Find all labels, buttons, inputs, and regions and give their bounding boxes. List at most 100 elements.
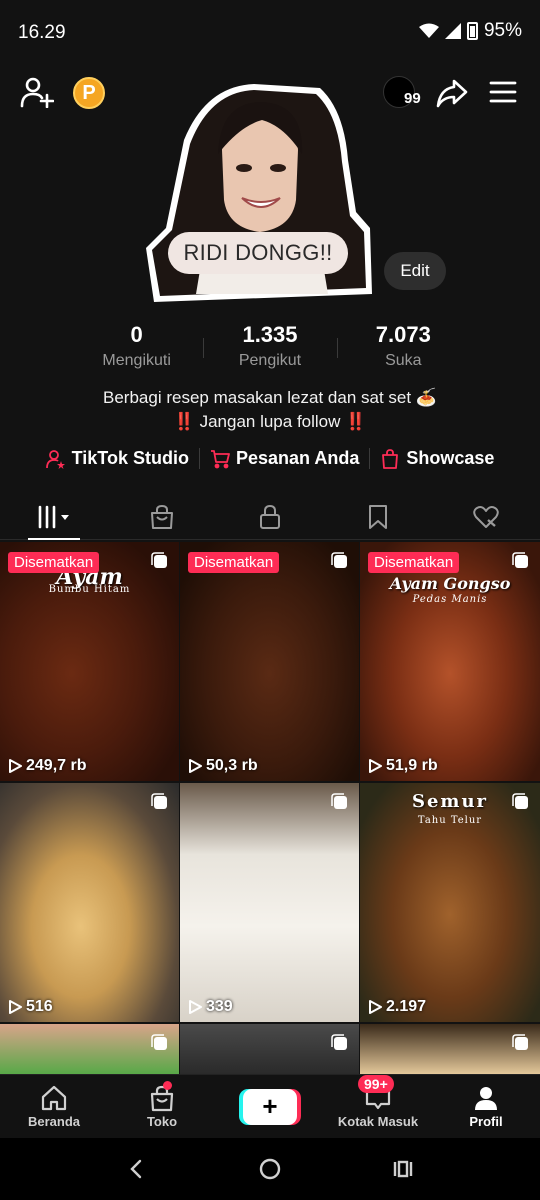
multi-photo-icon bbox=[151, 1034, 167, 1050]
view-count-text: 2.197 bbox=[386, 998, 427, 1015]
view-count-text: 50,3 rb bbox=[206, 757, 258, 774]
home-icon bbox=[41, 1085, 67, 1111]
play-icon bbox=[369, 759, 382, 773]
lock-icon bbox=[260, 504, 280, 529]
profile-links: TikTok Studio Pesanan Anda Showcase bbox=[0, 448, 540, 469]
status-bar: 16.29 95% bbox=[0, 0, 540, 64]
view-count: 249,7 rb bbox=[8, 757, 86, 775]
wifi-icon bbox=[418, 23, 439, 38]
view-count-text: 339 bbox=[206, 998, 233, 1015]
following-label: Mengikuti bbox=[102, 352, 171, 369]
battery-level: 95% bbox=[483, 20, 522, 41]
orders-link[interactable]: Pesanan Anda bbox=[198, 448, 369, 469]
multi-photo-icon bbox=[331, 793, 347, 809]
bio-line-2: ‼️ Jangan lupa follow ‼️ bbox=[173, 412, 367, 431]
showcase-link[interactable]: Showcase bbox=[369, 448, 504, 469]
followers-count: 1.335 bbox=[242, 322, 298, 347]
view-count-text: 51,9 rb bbox=[386, 757, 438, 774]
video-grid: Ayam Bumbu Hitam Disematkan 249,7 rb Dis… bbox=[0, 542, 540, 1074]
profile-stats: 0 Mengikuti 1.335 Pengikut 7.073 Suka bbox=[70, 322, 470, 372]
tab-videos[interactable] bbox=[0, 494, 108, 540]
profile-tabs bbox=[0, 494, 540, 540]
nav-create[interactable]: + bbox=[216, 1075, 324, 1138]
share-icon[interactable] bbox=[436, 78, 468, 108]
add-friend-icon[interactable] bbox=[20, 76, 54, 108]
status-time: 16.29 bbox=[18, 22, 66, 43]
video-thumbnail[interactable]: Ayam Gongso Pedas Manis Disematkan 51,9 … bbox=[360, 542, 540, 781]
view-count-text: 249,7 rb bbox=[26, 757, 87, 774]
video-thumbnail[interactable]: Semur Tahu Telur 2.197 bbox=[360, 783, 540, 1022]
pinned-badge: Disematkan bbox=[368, 552, 460, 573]
tiktok-studio-link[interactable]: TikTok Studio bbox=[36, 448, 199, 469]
nav-home-label: Beranda bbox=[27, 1114, 81, 1129]
cart-icon bbox=[210, 449, 230, 468]
play-icon bbox=[9, 1000, 22, 1014]
following-stat[interactable]: 0 Mengikuti bbox=[70, 322, 203, 372]
video-thumbnail[interactable] bbox=[180, 1024, 359, 1074]
bio-line-1: Berbagi resep masakan lezat dan sat set … bbox=[103, 388, 437, 407]
edit-profile-button[interactable]: Edit bbox=[384, 252, 446, 290]
tiktok-studio-label: TikTok Studio bbox=[71, 448, 189, 468]
nav-shop[interactable]: Toko bbox=[108, 1075, 216, 1138]
play-icon bbox=[369, 1000, 382, 1014]
nav-home[interactable]: Beranda bbox=[0, 1075, 108, 1138]
shop-bag-icon bbox=[151, 504, 173, 529]
multi-photo-icon bbox=[512, 552, 528, 568]
orders-label: Pesanan Anda bbox=[235, 448, 360, 468]
coin-icon[interactable]: P bbox=[73, 77, 105, 109]
play-icon bbox=[189, 1000, 202, 1014]
multi-photo-icon bbox=[331, 1034, 347, 1050]
followers-label: Pengikut bbox=[238, 352, 302, 369]
tab-saved[interactable] bbox=[324, 494, 432, 539]
pinned-badge: Disematkan bbox=[8, 552, 100, 573]
pinned-badge: Disematkan bbox=[188, 552, 280, 573]
view-count: 2.197 bbox=[368, 998, 426, 1016]
video-thumbnail[interactable]: 339 bbox=[180, 783, 359, 1022]
profile-icon bbox=[475, 1087, 497, 1110]
video-thumbnail[interactable]: 516 bbox=[0, 783, 179, 1022]
following-count: 0 bbox=[130, 322, 143, 347]
video-thumbnail[interactable]: Disematkan 50,3 rb bbox=[180, 542, 359, 781]
signal-icon bbox=[444, 23, 461, 39]
thumbnail-subtitle: Tahu Telur bbox=[417, 815, 483, 826]
nav-inbox-label: Kotak Masuk bbox=[337, 1114, 419, 1129]
tab-shop[interactable] bbox=[108, 494, 216, 539]
view-count: 51,9 rb bbox=[368, 757, 438, 775]
create-button[interactable]: + bbox=[243, 1088, 297, 1125]
video-thumbnail[interactable]: Ayam Bumbu Hitam Disematkan 249,7 rb bbox=[0, 542, 179, 781]
video-thumbnail[interactable] bbox=[0, 1024, 179, 1074]
bookmark-icon bbox=[369, 504, 387, 529]
multi-photo-icon bbox=[151, 552, 167, 568]
nav-inbox[interactable]: 99+ Kotak Masuk bbox=[324, 1075, 432, 1138]
multi-photo-icon bbox=[151, 793, 167, 809]
multi-photo-icon bbox=[512, 1034, 528, 1050]
menu-icon[interactable] bbox=[489, 80, 517, 104]
liked-heart-icon bbox=[473, 505, 499, 528]
thumbnail-title: Ayam Gongso bbox=[389, 574, 511, 593]
back-icon[interactable] bbox=[125, 1157, 149, 1181]
nav-profile-label: Profil bbox=[469, 1114, 503, 1129]
battery-icon bbox=[466, 22, 478, 40]
likes-label: Suka bbox=[385, 352, 422, 369]
followers-stat[interactable]: 1.335 Pengikut bbox=[203, 322, 336, 372]
profile-bio: Berbagi resep masakan lezat dan sat set … bbox=[0, 386, 540, 434]
person-star-icon bbox=[45, 449, 65, 469]
shop-icon bbox=[150, 1085, 174, 1112]
view-count-text: 516 bbox=[26, 998, 53, 1015]
thumbnail-subtitle: Bumbu Hitam bbox=[48, 584, 131, 595]
shop-notification-dot bbox=[163, 1081, 172, 1090]
recents-icon[interactable] bbox=[391, 1157, 415, 1181]
inbox-badge: 99+ bbox=[358, 1075, 394, 1093]
tab-private[interactable] bbox=[216, 494, 324, 539]
play-icon bbox=[189, 759, 202, 773]
video-thumbnail[interactable] bbox=[360, 1024, 540, 1074]
system-navigation bbox=[0, 1138, 540, 1200]
home-circle-icon[interactable] bbox=[258, 1157, 282, 1181]
tab-liked[interactable] bbox=[432, 494, 540, 539]
nav-profile[interactable]: Profil bbox=[432, 1075, 540, 1138]
videos-grid-icon bbox=[38, 505, 69, 528]
view-count: 339 bbox=[188, 998, 233, 1016]
avatar-sticker-text: RIDI DONGG!! bbox=[168, 232, 348, 274]
likes-stat[interactable]: 7.073 Suka bbox=[336, 322, 470, 372]
likes-count: 7.073 bbox=[375, 322, 431, 347]
